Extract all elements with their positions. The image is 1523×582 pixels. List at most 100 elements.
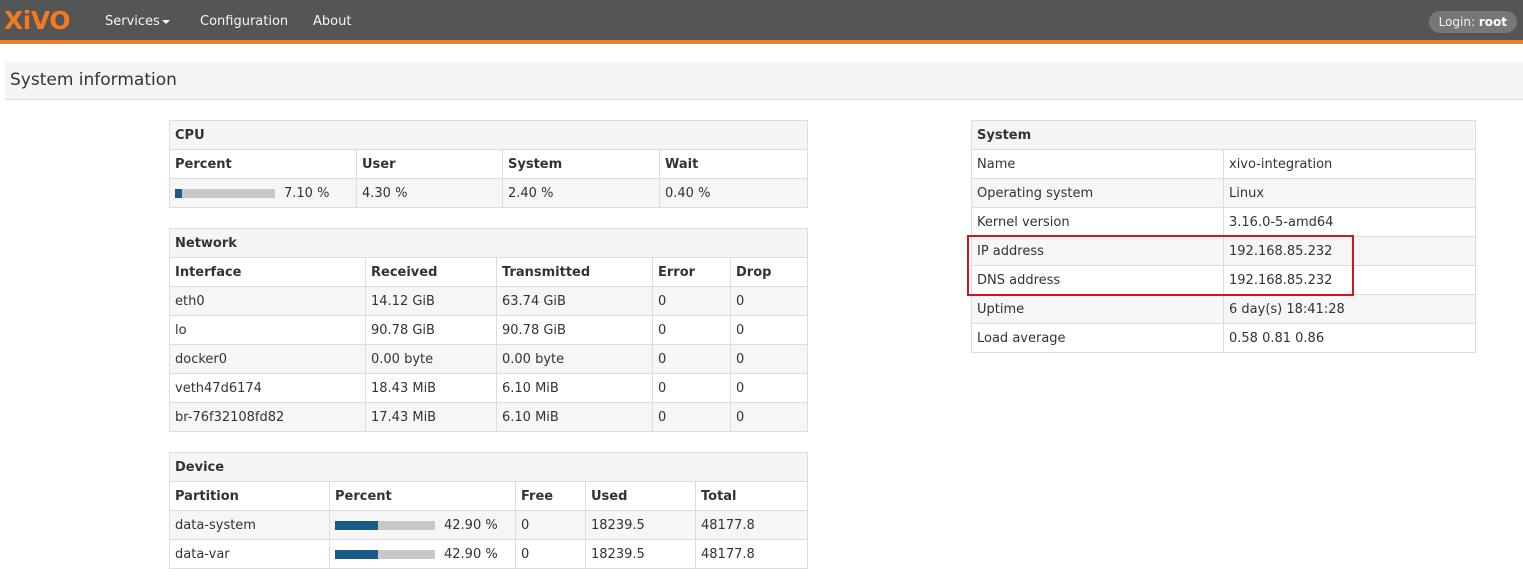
xivo-logo[interactable]: XiVO <box>4 6 71 36</box>
table-row: br-76f32108fd82 17.43 MiB 6.10 MiB 0 0 <box>169 402 809 432</box>
device-header-used: Used <box>585 481 696 511</box>
network-received: 0.00 byte <box>365 344 497 374</box>
cpu-header-wait: Wait <box>659 149 808 179</box>
table-row: IP address 192.168.85.232 <box>971 236 1476 266</box>
page-header: System information <box>5 62 1523 100</box>
network-drop: 0 <box>729 344 809 374</box>
device-title: Device <box>168 452 809 482</box>
device-free: 0 <box>515 539 586 569</box>
device-header-percent: Percent <box>329 481 516 511</box>
cpu-percent-value: 7.10 % <box>284 185 330 201</box>
network-header-transmitted: Transmitted <box>496 257 653 287</box>
device-header-partition: Partition <box>169 481 330 511</box>
system-value: 3.16.0-5-amd64 <box>1223 207 1476 237</box>
device-percent-value: 42.90 % <box>444 517 498 533</box>
device-free: 0 <box>515 510 586 540</box>
system-value: 6 day(s) 18:41:28 <box>1223 294 1476 324</box>
network-header-drop: Drop <box>729 257 809 287</box>
table-row: DNS address 192.168.85.232 <box>971 265 1476 295</box>
network-received: 90.78 GiB <box>365 315 497 345</box>
system-label: Operating system <box>971 178 1224 208</box>
cpu-progress-fill <box>175 188 183 198</box>
device-header-total: Total <box>694 481 809 511</box>
device-table: Device Partition Percent Free Used Total… <box>168 452 809 569</box>
device-used: 18239.5 <box>585 510 696 540</box>
network-received: 17.43 MiB <box>365 402 497 432</box>
cpu-percent-cell: 7.10 % <box>169 178 357 208</box>
system-label: IP address <box>971 236 1224 266</box>
network-header-error: Error <box>652 257 731 287</box>
table-row: docker0 0.00 byte 0.00 byte 0 0 <box>169 344 809 374</box>
network-error: 0 <box>652 315 731 345</box>
login-button[interactable]: Login: root <box>1428 11 1517 33</box>
nav-services-label: Services <box>105 14 160 29</box>
device-percent-value: 42.90 % <box>444 546 498 562</box>
table-row: Uptime 6 day(s) 18:41:28 <box>971 294 1476 324</box>
device-progress-bar <box>335 549 435 559</box>
nav-services[interactable]: Services <box>105 0 170 44</box>
table-row: Load average 0.58 0.81 0.86 <box>971 323 1476 353</box>
network-interface: veth47d6174 <box>169 373 366 403</box>
network-transmitted: 0.00 byte <box>496 344 653 374</box>
device-progress-fill <box>335 549 378 559</box>
network-received: 18.43 MiB <box>365 373 497 403</box>
table-row: data-var 42.90 % 0 18239.5 48177.8 <box>169 539 809 569</box>
device-percent-cell: 42.90 % <box>329 510 516 540</box>
table-row: Kernel version 3.16.0-5-amd64 <box>971 207 1476 237</box>
table-row: eth0 14.12 GiB 63.74 GiB 0 0 <box>169 286 809 316</box>
system-value: Linux <box>1223 178 1476 208</box>
device-header-free: Free <box>515 481 586 511</box>
network-error: 0 <box>652 402 731 432</box>
network-received: 14.12 GiB <box>365 286 497 316</box>
system-label: Name <box>971 149 1224 179</box>
network-drop: 0 <box>729 402 809 432</box>
cpu-progress-bar <box>175 188 275 198</box>
network-transmitted: 90.78 GiB <box>496 315 653 345</box>
device-used: 18239.5 <box>585 539 696 569</box>
network-title: Network <box>168 228 809 258</box>
system-label: DNS address <box>971 265 1224 295</box>
network-error: 0 <box>652 344 731 374</box>
network-transmitted: 6.10 MiB <box>496 402 653 432</box>
login-prefix: Login: <box>1438 15 1479 29</box>
system-label: Uptime <box>971 294 1224 324</box>
system-value: xivo-integration <box>1223 149 1476 179</box>
network-interface: br-76f32108fd82 <box>169 402 366 432</box>
caret-down-icon <box>161 19 170 24</box>
nav-configuration[interactable]: Configuration <box>200 0 288 44</box>
system-label: Kernel version <box>971 207 1224 237</box>
table-row: lo 90.78 GiB 90.78 GiB 0 0 <box>169 315 809 345</box>
network-drop: 0 <box>729 286 809 316</box>
network-drop: 0 <box>729 315 809 345</box>
cpu-title: CPU <box>169 120 808 150</box>
device-progress-bar <box>335 520 435 530</box>
table-row: data-system 42.90 % 0 18239.5 48177.8 <box>169 510 809 540</box>
system-title: System <box>971 120 1476 150</box>
network-table: Network Interface Received Transmitted E… <box>168 228 809 432</box>
system-label: Load average <box>971 323 1224 353</box>
network-error: 0 <box>652 286 731 316</box>
device-percent-cell: 42.90 % <box>329 539 516 569</box>
cpu-user-value: 4.30 % <box>356 178 503 208</box>
network-drop: 0 <box>729 373 809 403</box>
system-value: 192.168.85.232 <box>1223 236 1476 266</box>
top-navbar: XiVO Services Configuration About Login:… <box>0 0 1523 44</box>
network-interface: lo <box>169 315 366 345</box>
device-progress-fill <box>335 520 378 530</box>
table-row: Operating system Linux <box>971 178 1476 208</box>
nav-about[interactable]: About <box>313 0 351 44</box>
table-row: veth47d6174 18.43 MiB 6.10 MiB 0 0 <box>169 373 809 403</box>
network-header-received: Received <box>365 257 497 287</box>
cpu-system-value: 2.40 % <box>502 178 660 208</box>
cpu-wait-value: 0.40 % <box>659 178 808 208</box>
device-total: 48177.8 <box>694 510 809 540</box>
login-user: root <box>1478 15 1507 29</box>
network-header-interface: Interface <box>169 257 366 287</box>
network-interface: docker0 <box>169 344 366 374</box>
network-interface: eth0 <box>169 286 366 316</box>
page-title: System information <box>10 70 177 90</box>
network-transmitted: 6.10 MiB <box>496 373 653 403</box>
system-value: 0.58 0.81 0.86 <box>1223 323 1476 353</box>
network-transmitted: 63.74 GiB <box>496 286 653 316</box>
table-row: Name xivo-integration <box>971 149 1476 179</box>
